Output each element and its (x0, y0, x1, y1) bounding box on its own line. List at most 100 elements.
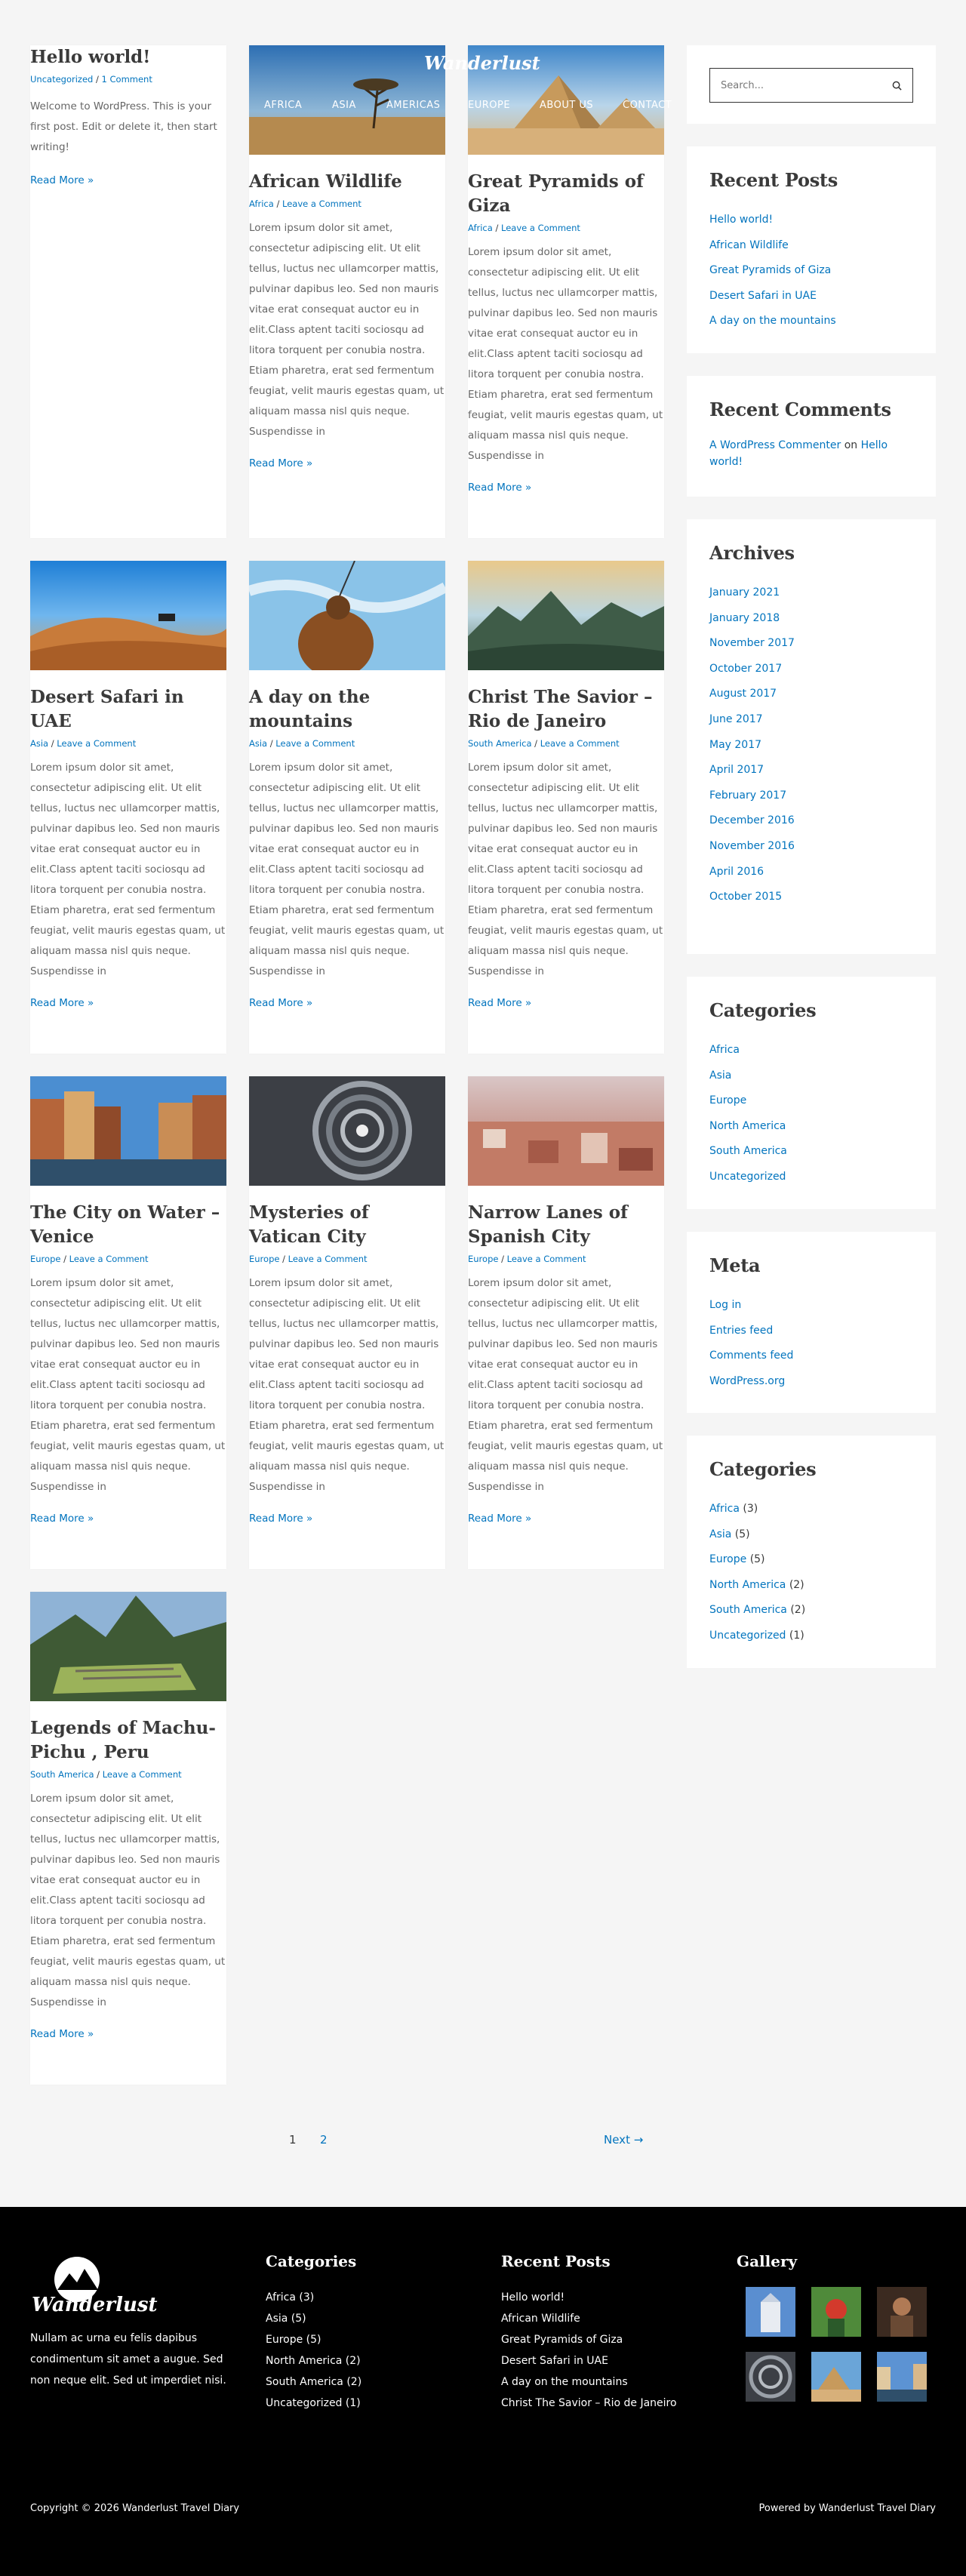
footer-category-link[interactable]: Asia (5) (266, 2308, 462, 2329)
archive-link[interactable]: November 2017 (709, 637, 795, 649)
recent-post-link[interactable]: A day on the mountains (709, 315, 836, 327)
gallery-thumbnail[interactable] (746, 2287, 795, 2337)
post-thumbnail[interactable] (30, 561, 226, 670)
gallery-thumbnail[interactable] (811, 2287, 861, 2337)
nav-item-contact[interactable]: CONTACT (623, 100, 672, 111)
post-comments-link[interactable]: Leave a Comment (288, 1254, 368, 1264)
gallery-thumbnail[interactable] (811, 2352, 861, 2402)
category-link[interactable]: South America (709, 1604, 787, 1616)
post-comments-link[interactable]: 1 Comment (102, 74, 152, 85)
recent-post-link[interactable]: African Wildlife (709, 239, 789, 251)
footer-category-link[interactable]: Europe (5) (266, 2329, 462, 2350)
meta-link[interactable]: Comments feed (709, 1350, 793, 1362)
post-title[interactable]: Hello world! (30, 45, 226, 69)
archive-link[interactable]: January 2021 (709, 586, 780, 599)
nav-item-africa[interactable]: AFRICA (264, 100, 302, 111)
nav-item-about[interactable]: ABOUT US (540, 100, 593, 111)
category-link[interactable]: Europe (709, 1553, 746, 1565)
post-category-link[interactable]: South America (468, 738, 532, 749)
post-comments-link[interactable]: Leave a Comment (540, 738, 620, 749)
post-title[interactable]: Narrow Lanes of Spanish City (468, 1201, 664, 1249)
page-1[interactable]: 1 (289, 2133, 297, 2147)
meta-link[interactable]: Log in (709, 1299, 741, 1311)
post-category-link[interactable]: Africa (249, 199, 274, 209)
footer-post-link[interactable]: Great Pyramids of Giza (501, 2329, 712, 2350)
post-title[interactable]: The City on Water – Venice (30, 1201, 226, 1249)
footer-post-link[interactable]: African Wildlife (501, 2308, 712, 2329)
archive-link[interactable]: April 2016 (709, 866, 764, 878)
post-thumbnail[interactable] (30, 1592, 226, 1701)
post-title[interactable]: A day on the mountains (249, 685, 445, 734)
archive-link[interactable]: October 2015 (709, 891, 782, 903)
meta-link[interactable]: Entries feed (709, 1325, 773, 1337)
read-more-link[interactable]: Read More » (249, 457, 312, 469)
post-title[interactable]: African Wildlife (249, 170, 445, 194)
footer-category-link[interactable]: North America (2) (266, 2350, 462, 2371)
recent-post-link[interactable]: Desert Safari in UAE (709, 290, 817, 302)
footer-category-link[interactable]: South America (2) (266, 2371, 462, 2393)
footer-post-link[interactable]: A day on the mountains (501, 2371, 712, 2393)
footer-category-link[interactable]: Africa (3) (266, 2287, 462, 2308)
footer-post-link[interactable]: Desert Safari in UAE (501, 2350, 712, 2371)
post-category-link[interactable]: Europe (468, 1254, 498, 1264)
post-comments-link[interactable]: Leave a Comment (282, 199, 361, 209)
gallery-thumbnail[interactable] (877, 2287, 927, 2337)
post-comments-link[interactable]: Leave a Comment (57, 738, 136, 749)
post-category-link[interactable]: Uncategorized (30, 74, 93, 85)
post-title[interactable]: Legends of Machu-Pichu , Peru (30, 1716, 226, 1765)
page-2[interactable]: 2 (320, 2133, 328, 2147)
archive-link[interactable]: August 2017 (709, 688, 777, 700)
category-link[interactable]: Africa (709, 1044, 740, 1056)
post-thumbnail[interactable] (468, 1076, 664, 1186)
recent-post-link[interactable]: Great Pyramids of Giza (709, 264, 831, 276)
archive-link[interactable]: February 2017 (709, 789, 786, 802)
gallery-thumbnail[interactable] (746, 2352, 795, 2402)
post-comments-link[interactable]: Leave a Comment (501, 223, 580, 233)
read-more-link[interactable]: Read More » (468, 997, 531, 1009)
post-category-link[interactable]: Africa (468, 223, 493, 233)
archive-link[interactable]: December 2016 (709, 814, 795, 826)
category-link[interactable]: Uncategorized (709, 1171, 786, 1183)
read-more-link[interactable]: Read More » (249, 997, 312, 1009)
gallery-thumbnail[interactable] (877, 2352, 927, 2402)
footer-category-link[interactable]: Uncategorized (1) (266, 2393, 462, 2414)
post-title[interactable]: Great Pyramids of Giza (468, 170, 664, 218)
read-more-link[interactable]: Read More » (30, 174, 94, 186)
category-link[interactable]: Europe (709, 1094, 746, 1106)
read-more-link[interactable]: Read More » (30, 997, 94, 1009)
category-link[interactable]: Asia (709, 1069, 731, 1082)
footer-logo[interactable]: Wanderlust (30, 2252, 226, 2317)
read-more-link[interactable]: Read More » (468, 1513, 531, 1525)
archive-link[interactable]: October 2017 (709, 663, 782, 675)
archive-link[interactable]: April 2017 (709, 764, 764, 776)
search-icon[interactable] (892, 81, 902, 91)
meta-link[interactable]: WordPress.org (709, 1375, 785, 1387)
next-page-link[interactable]: Next → (604, 2133, 643, 2147)
post-comments-link[interactable]: Leave a Comment (69, 1254, 149, 1264)
nav-item-europe[interactable]: EUROPE (468, 100, 510, 111)
footer-post-link[interactable]: Hello world! (501, 2287, 712, 2308)
recent-post-link[interactable]: Hello world! (709, 214, 773, 226)
read-more-link[interactable]: Read More » (468, 482, 531, 494)
post-thumbnail[interactable] (249, 561, 445, 670)
post-thumbnail[interactable] (30, 1076, 226, 1186)
category-link[interactable]: North America (709, 1120, 786, 1132)
nav-item-asia[interactable]: ASIA (332, 100, 356, 111)
archive-link[interactable]: January 2018 (709, 612, 780, 624)
post-comments-link[interactable]: Leave a Comment (507, 1254, 586, 1264)
category-link[interactable]: South America (709, 1145, 787, 1157)
post-category-link[interactable]: Europe (30, 1254, 60, 1264)
post-category-link[interactable]: Asia (249, 738, 267, 749)
read-more-link[interactable]: Read More » (30, 1513, 94, 1525)
post-comments-link[interactable]: Leave a Comment (103, 1769, 182, 1780)
archive-link[interactable]: May 2017 (709, 739, 761, 751)
archive-link[interactable]: November 2016 (709, 840, 795, 852)
post-category-link[interactable]: South America (30, 1769, 94, 1780)
post-thumbnail[interactable] (249, 1076, 445, 1186)
footer-post-link[interactable]: Christ The Savior – Rio de Janeiro (501, 2393, 712, 2414)
read-more-link[interactable]: Read More » (249, 1513, 312, 1525)
comment-author-link[interactable]: A WordPress Commenter (709, 439, 841, 451)
nav-item-americas[interactable]: AMERICAS (386, 100, 440, 111)
category-link[interactable]: Africa (709, 1503, 740, 1515)
post-title[interactable]: Christ The Savior – Rio de Janeiro (468, 685, 664, 734)
